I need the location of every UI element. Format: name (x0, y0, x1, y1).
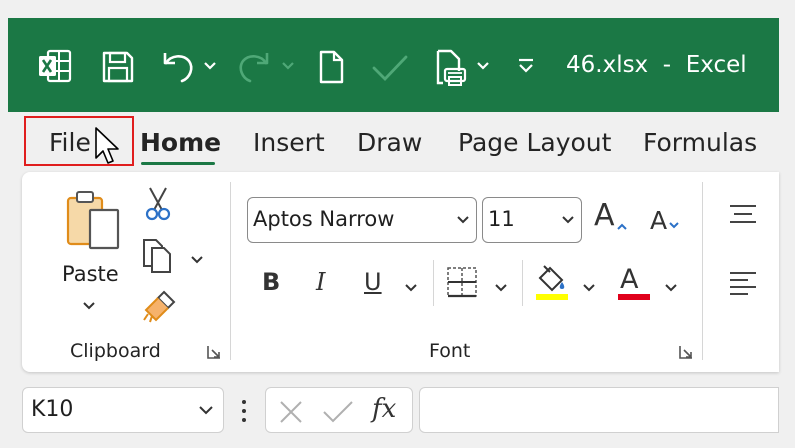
customize-toolbar-icon[interactable] (514, 54, 538, 78)
font-dialog-launcher-icon[interactable] (678, 344, 694, 360)
fill-color-dropdown-chevron-icon[interactable] (582, 280, 598, 292)
italic-button[interactable]: I (316, 268, 325, 296)
mouse-cursor-icon (94, 126, 122, 166)
underline-dropdown-chevron-icon[interactable] (404, 280, 420, 292)
undo-dropdown-chevron-icon[interactable] (202, 58, 218, 74)
borders-dropdown-chevron-icon[interactable] (494, 280, 510, 292)
font-group-label: Font (429, 340, 471, 362)
separator (433, 260, 434, 306)
font-name-value: Aptos Narrow (253, 207, 395, 231)
more-options-icon[interactable] (238, 398, 250, 424)
grow-font-label: A (594, 198, 615, 233)
align-left-icon[interactable] (728, 270, 758, 298)
undo-icon[interactable] (160, 48, 196, 86)
excel-window: 46.xlsx - Excel File Home Insert Draw Pa… (0, 0, 795, 448)
paste-icon[interactable] (64, 190, 120, 252)
formula-input[interactable] (419, 387, 779, 433)
tab-page-layout[interactable]: Page Layout (458, 128, 611, 157)
font-name-dropdown[interactable]: Aptos Narrow (247, 197, 477, 243)
format-painter-icon[interactable] (142, 290, 178, 324)
font-color-bar (618, 294, 650, 300)
separator (702, 182, 703, 360)
formula-actions: fx (265, 387, 413, 433)
confirm-entry-icon (322, 399, 354, 430)
active-tab-indicator (141, 162, 215, 165)
save-icon[interactable] (100, 49, 136, 85)
align-top-icon[interactable] (728, 202, 758, 226)
window-title: 46.xlsx - Excel (566, 52, 747, 78)
font-size-dropdown[interactable]: 11 (482, 197, 582, 243)
font-color-dropdown-chevron-icon[interactable] (664, 280, 680, 292)
font-size-value: 11 (488, 207, 515, 231)
new-file-icon[interactable] (316, 48, 346, 86)
chevron-down-icon (561, 198, 575, 256)
insert-function-button[interactable]: fx (372, 394, 396, 424)
tab-formulas[interactable]: Formulas (643, 128, 757, 157)
title-bar: 46.xlsx - Excel (8, 18, 779, 112)
copy-icon[interactable] (140, 238, 176, 274)
separator (230, 182, 231, 360)
redo-dropdown-chevron-icon (280, 58, 296, 74)
shrink-font-label: A (650, 206, 668, 235)
underline-button[interactable]: U (364, 268, 382, 296)
cancel-entry-icon (278, 399, 304, 430)
grow-font-button[interactable]: A (594, 198, 627, 233)
copy-dropdown-chevron-icon[interactable] (190, 252, 206, 264)
separator (522, 260, 523, 306)
cut-scissors-icon[interactable] (144, 186, 172, 222)
fill-color-bucket-icon[interactable] (534, 262, 570, 302)
tab-insert[interactable]: Insert (253, 128, 325, 157)
checkmark-icon (370, 52, 410, 84)
redo-icon (236, 48, 272, 86)
name-box[interactable]: K10 (22, 387, 224, 433)
font-color-button[interactable]: A (620, 264, 638, 295)
paste-button[interactable]: Paste (62, 262, 119, 286)
chevron-down-icon (456, 198, 470, 256)
clipboard-group-label: Clipboard (70, 340, 161, 362)
print-dropdown-chevron-icon[interactable] (475, 58, 491, 74)
shrink-font-button[interactable]: A (650, 206, 679, 235)
clipboard-dialog-launcher-icon[interactable] (206, 344, 222, 360)
name-box-value: K10 (31, 397, 74, 422)
chevron-down-icon (197, 388, 215, 448)
caret-up-icon (616, 204, 628, 239)
print-preview-icon[interactable] (434, 48, 468, 88)
bold-button[interactable]: B (262, 268, 280, 296)
ribbon-home: Paste Clipboard Aptos Narrow 11 A A B I … (22, 172, 779, 372)
tab-draw[interactable]: Draw (357, 128, 422, 157)
paste-dropdown-chevron-icon[interactable] (82, 298, 98, 310)
borders-icon[interactable] (446, 266, 478, 298)
caret-down-icon (668, 206, 680, 235)
tab-home[interactable]: Home (140, 128, 221, 157)
excel-logo-icon (38, 48, 72, 84)
